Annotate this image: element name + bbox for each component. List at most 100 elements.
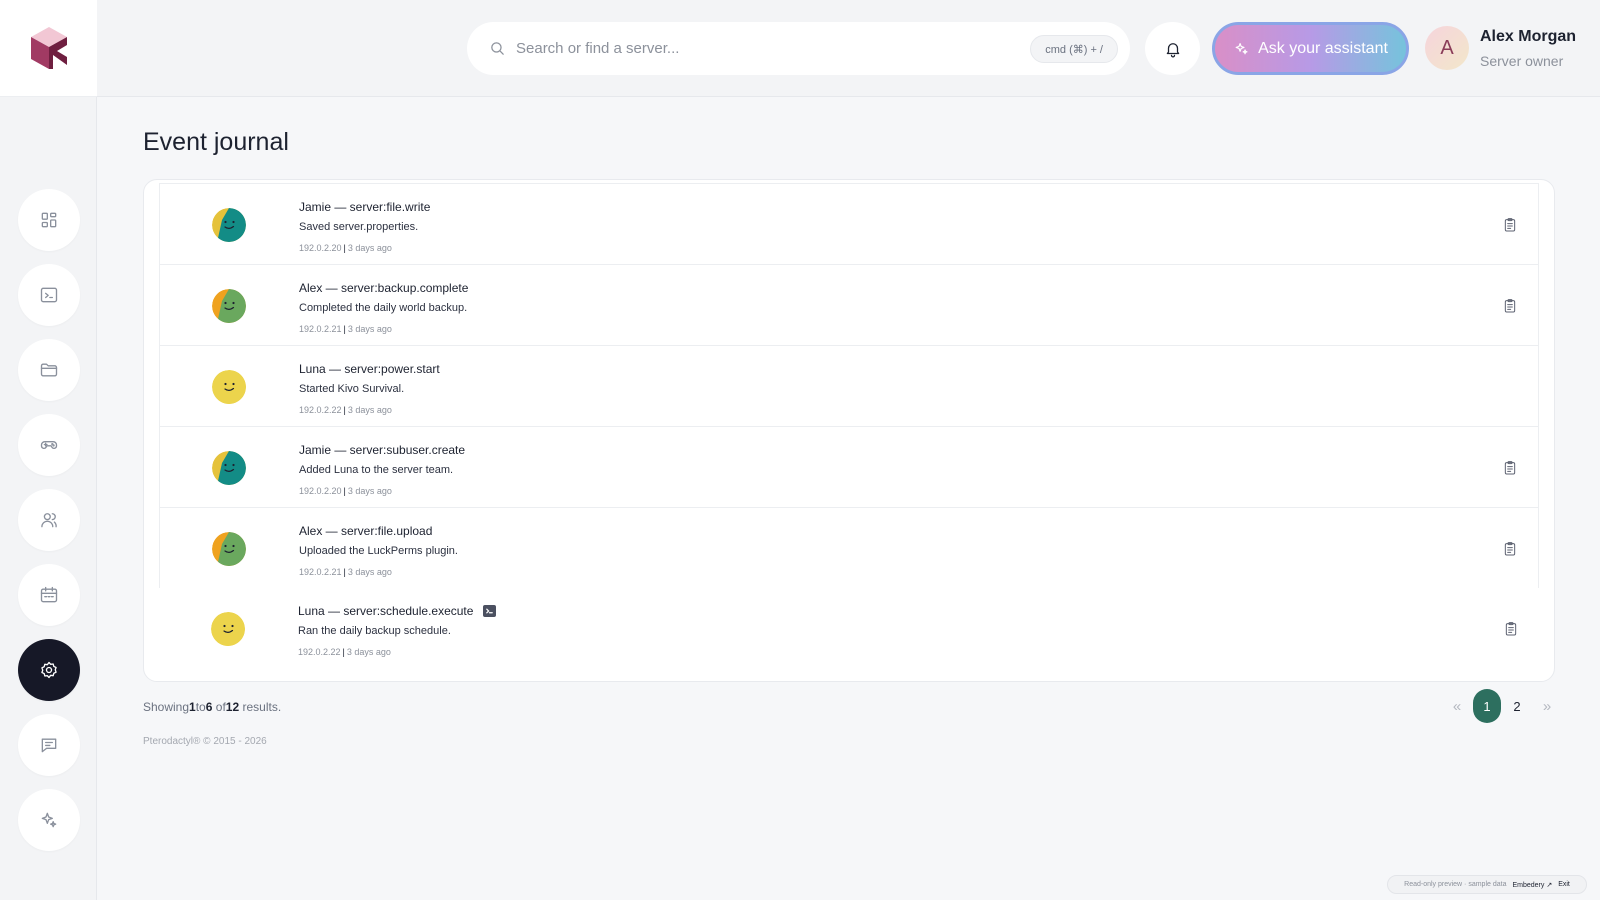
users-icon <box>41 513 57 528</box>
meta-separator: | <box>343 567 346 577</box>
nav-users[interactable] <box>18 489 80 551</box>
event-row[interactable]: Luna — server:schedule.execute Ran the da… <box>159 588 1539 670</box>
meta-separator: | <box>343 405 346 415</box>
sparkles-icon <box>41 812 57 828</box>
meta-separator: | <box>343 243 346 253</box>
pagination-page-2[interactable]: 2 <box>1502 689 1532 723</box>
console-icon <box>40 287 58 303</box>
user-avatar-face-icon <box>212 532 246 566</box>
bell-icon <box>1166 42 1179 57</box>
results-total: 12 <box>225 700 240 714</box>
search-box[interactable]: cmd (⌘) + / <box>467 22 1130 75</box>
nav-game[interactable] <box>18 414 80 476</box>
meta-separator: | <box>343 486 346 496</box>
event-time: 3 days ago <box>347 567 392 577</box>
event-title-text: Jamie — server:file.write <box>299 200 431 214</box>
clipboard-icon[interactable] <box>1502 460 1518 476</box>
meta-separator: | <box>343 324 346 334</box>
folder-icon <box>40 363 58 377</box>
pagination: « 1 2 » <box>1442 689 1562 723</box>
event-description: Started Kivo Survival. <box>299 383 405 395</box>
sparkles-icon <box>1235 42 1248 55</box>
event-description: Uploaded the LuckPerms plugin. <box>299 545 458 557</box>
nav-console[interactable] <box>18 264 80 326</box>
event-row[interactable]: Luna — server:power.start Started Kivo Su… <box>159 345 1539 427</box>
notifications-button[interactable] <box>1145 22 1200 75</box>
nav-chat[interactable] <box>18 714 80 776</box>
nav-dashboard[interactable] <box>18 189 80 251</box>
nav-assistant[interactable] <box>18 789 80 851</box>
user-avatar-face-icon <box>212 289 246 323</box>
event-description: Added Luna to the server team. <box>299 464 454 476</box>
event-row[interactable]: Alex — server:file.upload Uploaded the Lu… <box>159 507 1539 589</box>
event-title-text: Jamie — server:subuser.create <box>299 443 466 457</box>
pagination-prev[interactable]: « <box>1442 689 1472 723</box>
dashboard-icon <box>41 212 57 228</box>
event-title-text: Luna — server:power.start <box>299 362 440 376</box>
event-ip: 192.0.2.20 <box>299 486 342 496</box>
pagination-next[interactable]: » <box>1532 689 1562 723</box>
clipboard-icon[interactable] <box>1503 621 1519 637</box>
event-time: 3 days ago <box>347 324 392 334</box>
results-to: 6 <box>205 700 213 714</box>
event-description: Saved server.properties. <box>299 221 419 233</box>
nav-files[interactable] <box>18 339 80 401</box>
ask-assistant-label: Ask your assistant <box>1258 39 1388 57</box>
results-summary: Showing1to6 of12 results. <box>143 700 282 714</box>
event-description: Ran the daily backup schedule. <box>298 625 451 637</box>
event-time: 3 days ago <box>347 405 392 415</box>
app-logo[interactable] <box>0 0 97 97</box>
event-row[interactable]: Jamie — server:file.write Saved server.pr… <box>159 183 1539 265</box>
event-title: Jamie — server:file.write <box>299 200 430 214</box>
preview-bar: Read-only preview · sample data Embedery… <box>1387 875 1587 894</box>
event-time: 3 days ago <box>346 647 391 657</box>
copyright: Pterodactyl® © 2015 - 2026 <box>143 736 267 747</box>
event-title: Luna — server:power.start <box>299 362 440 376</box>
event-ip: 192.0.2.20 <box>299 243 342 253</box>
event-meta: 192.0.2.22 | 3 days ago <box>299 405 392 415</box>
event-title: Alex — server:file.upload <box>299 524 432 538</box>
user-avatar-face-icon <box>211 612 245 646</box>
ask-assistant-button[interactable]: Ask your assistant <box>1212 22 1409 75</box>
user-avatar-face-icon <box>212 451 246 485</box>
nav-settings[interactable] <box>18 639 80 701</box>
search-shortcut-badge: cmd (⌘) + / <box>1030 35 1118 63</box>
terminal-icon <box>483 605 497 617</box>
preview-exit[interactable]: Exit <box>1558 881 1570 888</box>
event-row[interactable]: Alex — server:backup.complete Completed t… <box>159 264 1539 346</box>
user-avatar[interactable]: A <box>1425 26 1469 70</box>
top-bar: cmd (⌘) + / Ask your assistant A Alex Mo… <box>97 0 1600 97</box>
event-ip: 192.0.2.22 <box>299 405 342 415</box>
event-time: 3 days ago <box>347 243 392 253</box>
clipboard-icon[interactable] <box>1502 217 1518 233</box>
settings-icon <box>41 661 57 679</box>
event-row[interactable]: Jamie — server:subuser.create Added Luna … <box>159 426 1539 508</box>
event-title-text: Luna — server:schedule.execute <box>298 604 474 618</box>
event-ip: 192.0.2.22 <box>298 647 341 657</box>
event-ip: 192.0.2.21 <box>299 324 342 334</box>
event-meta: 192.0.2.21 | 3 days ago <box>299 567 392 577</box>
page-title: Event journal <box>143 128 289 156</box>
event-title: Alex — server:backup.complete <box>299 281 468 295</box>
clipboard-icon[interactable] <box>1502 541 1518 557</box>
event-title: Luna — server:schedule.execute <box>298 604 497 618</box>
event-meta: 192.0.2.20 | 3 days ago <box>299 243 392 253</box>
search-input[interactable] <box>516 40 996 57</box>
cube-logo-icon <box>30 27 67 69</box>
event-ip: 192.0.2.21 <box>299 567 342 577</box>
event-title: Jamie — server:subuser.create <box>299 443 465 457</box>
nav-schedules[interactable] <box>18 564 80 626</box>
event-meta: 192.0.2.21 | 3 days ago <box>299 324 392 334</box>
user-avatar-face-icon <box>212 208 246 242</box>
gamepad-icon <box>40 441 58 449</box>
calendar-icon <box>40 586 58 603</box>
chat-icon <box>41 738 57 753</box>
event-meta: 192.0.2.22 | 3 days ago <box>298 647 391 657</box>
preview-link[interactable]: Embedery ↗ <box>1512 881 1552 889</box>
user-name: Alex Morgan <box>1480 28 1577 45</box>
search-icon <box>491 42 504 55</box>
pagination-page-1[interactable]: 1 <box>1473 689 1501 723</box>
clipboard-icon[interactable] <box>1502 298 1518 314</box>
event-title-text: Alex — server:backup.complete <box>299 281 469 295</box>
event-journal-list: Jamie — server:file.write Saved server.pr… <box>143 179 1555 682</box>
